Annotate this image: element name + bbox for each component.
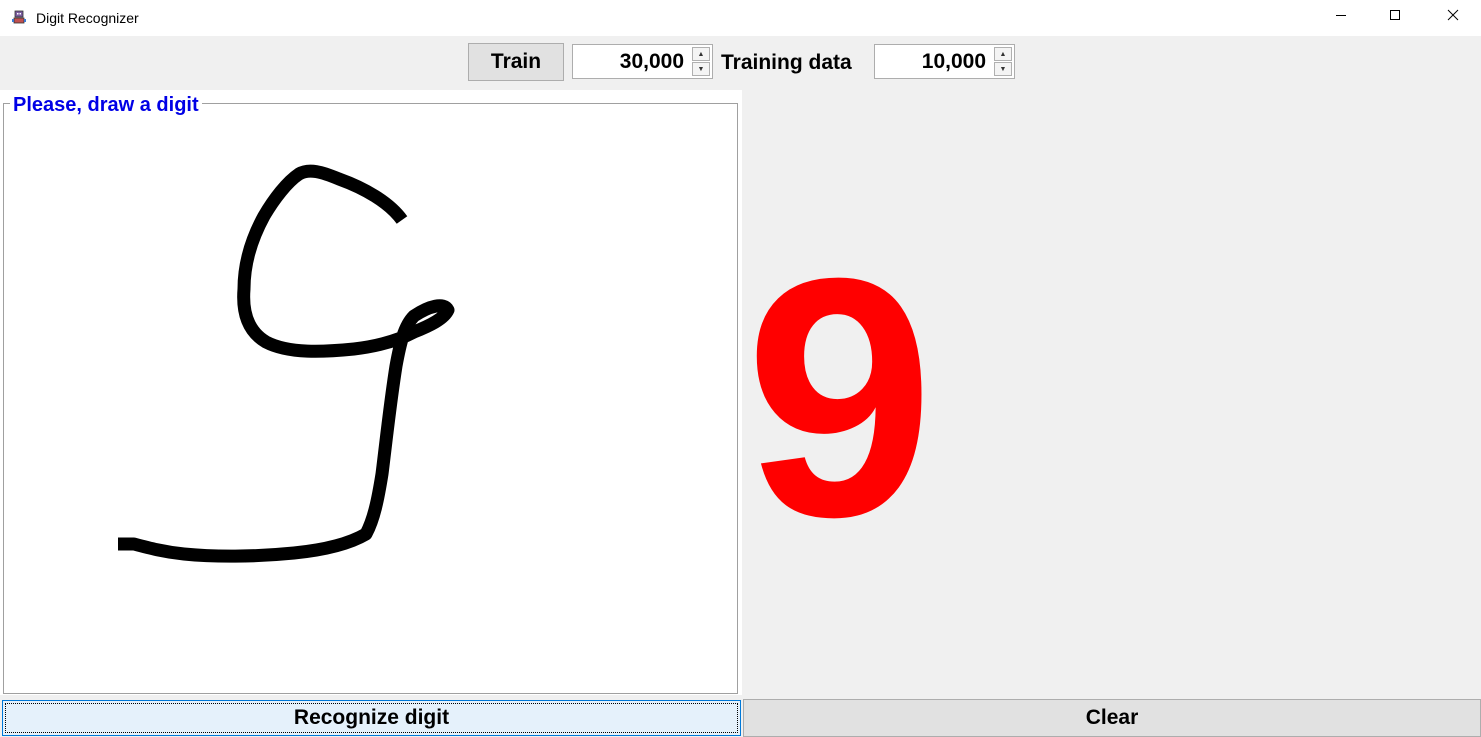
maximize-button[interactable]	[1372, 0, 1418, 34]
arrow-up-icon[interactable]: ▲	[692, 47, 710, 61]
maximize-icon	[1389, 8, 1401, 26]
iterations-spinner[interactable]: 30,000 ▲ ▼	[572, 44, 713, 79]
training-data-spinner-arrows: ▲ ▼	[994, 47, 1012, 76]
recognized-digit: 9	[745, 208, 934, 588]
train-button[interactable]: Train	[468, 43, 564, 81]
arrow-down-icon[interactable]: ▼	[692, 62, 710, 76]
close-button[interactable]	[1430, 0, 1476, 34]
arrow-up-icon[interactable]: ▲	[994, 47, 1012, 61]
training-data-spinner[interactable]: 10,000 ▲ ▼	[874, 44, 1015, 79]
iterations-spinner-arrows: ▲ ▼	[692, 47, 710, 76]
app-window: Digit Recognizer Train 30,000 ▲ ▼ Traini…	[0, 0, 1481, 737]
title-bar: Digit Recognizer	[0, 0, 1481, 36]
clear-button[interactable]: Clear	[743, 699, 1481, 737]
close-icon	[1447, 8, 1459, 26]
recognize-digit-button[interactable]: Recognize digit	[2, 700, 741, 736]
iterations-value[interactable]: 30,000	[573, 45, 688, 78]
minimize-button[interactable]	[1318, 0, 1364, 34]
robot-app-icon	[11, 9, 27, 25]
arrow-down-icon[interactable]: ▼	[994, 62, 1012, 76]
minimize-icon	[1335, 8, 1347, 26]
training-data-value[interactable]: 10,000	[875, 45, 990, 78]
training-data-label: Training data	[721, 51, 852, 74]
window-title: Digit Recognizer	[36, 10, 139, 26]
drawn-stroke	[118, 164, 455, 563]
drawing-group: Please, draw a digit	[0, 90, 742, 695]
drawing-canvas[interactable]	[4, 104, 737, 693]
